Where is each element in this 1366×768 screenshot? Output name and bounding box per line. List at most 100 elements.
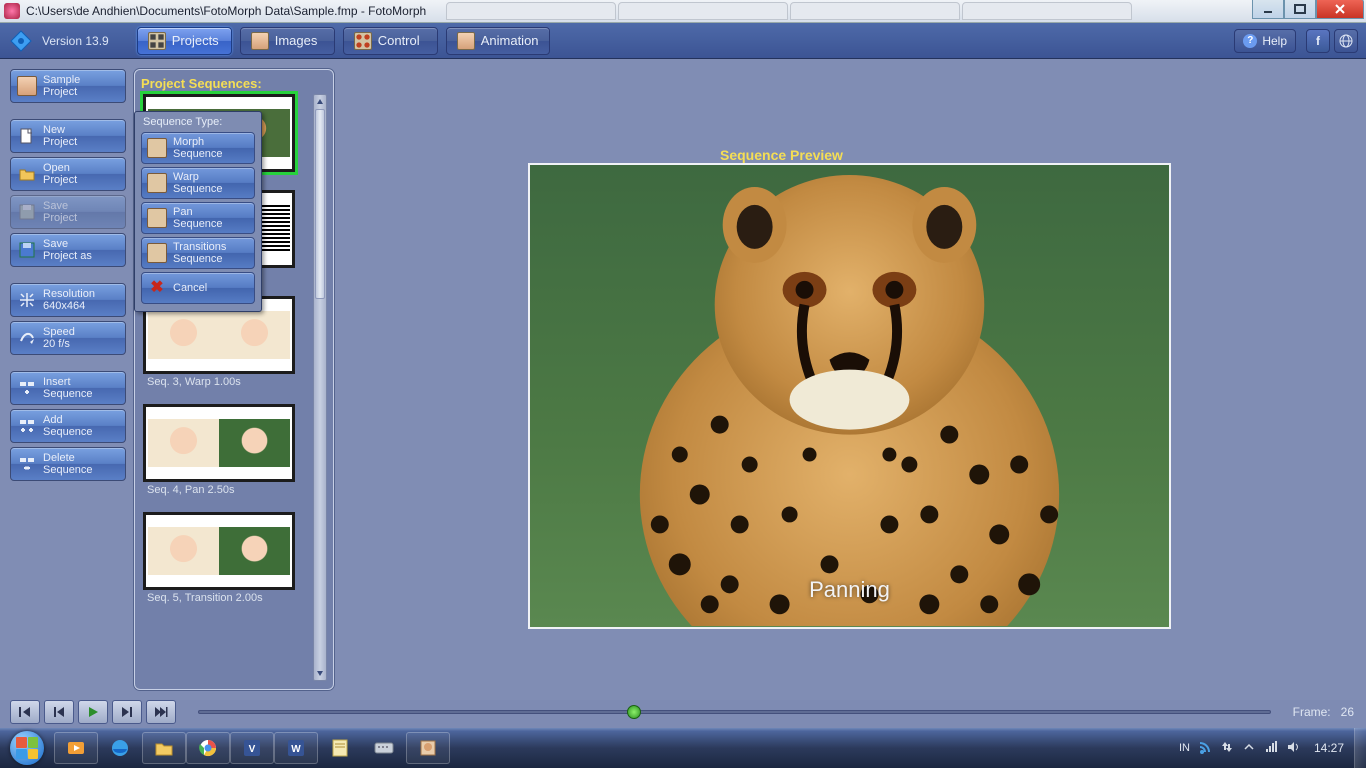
frame-number: 26 [1341, 705, 1354, 719]
sequence-label-4: Seq. 4, Pan 2.50s [147, 484, 311, 496]
window-controls [1252, 0, 1364, 19]
prev-frame-button[interactable] [44, 700, 74, 724]
taskbar-clock[interactable]: 14:27 [1314, 741, 1344, 755]
resolution-icon [17, 290, 37, 310]
save-as-button[interactable]: Save Project as [10, 233, 126, 267]
sequence-label-5: Seq. 5, Transition 2.00s [147, 592, 311, 604]
main-area: Sample Project New Project Open Project … [0, 59, 1366, 700]
popup-title: Sequence Type: [143, 116, 257, 128]
warp-label: Warp Sequence [173, 171, 223, 195]
first-frame-button[interactable] [10, 700, 40, 724]
svg-text:W: W [291, 744, 301, 755]
tab-images-label: Images [275, 33, 318, 48]
tray-volume-icon[interactable] [1286, 740, 1300, 757]
scroll-up-icon[interactable] [314, 95, 326, 109]
taskbar-ie[interactable] [99, 733, 141, 763]
language-indicator[interactable]: IN [1179, 742, 1190, 754]
timeline-slider[interactable] [198, 710, 1271, 714]
frame-label: Frame: [1293, 705, 1331, 719]
taskbar-word[interactable]: W [275, 733, 317, 763]
next-frame-button[interactable] [112, 700, 142, 724]
facebook-button[interactable]: f [1306, 29, 1330, 53]
taskbar-notes[interactable] [319, 733, 361, 763]
play-button[interactable] [78, 700, 108, 724]
tab-images[interactable]: Images [240, 27, 335, 55]
timeline-handle[interactable] [627, 705, 641, 719]
open-project-button[interactable]: Open Project [10, 157, 126, 191]
left-toolbar: Sample Project New Project Open Project … [10, 69, 126, 481]
add-icon [17, 416, 37, 436]
tray-updown-icon[interactable] [1220, 740, 1234, 757]
sequence-type-popup: Sequence Type: Morph Sequence Warp Seque… [134, 111, 262, 312]
sequence-thumb-4[interactable] [143, 404, 295, 482]
morph-label: Morph Sequence [173, 136, 223, 160]
cancel-button[interactable]: ✖Cancel [141, 272, 255, 304]
insert-sequence-button[interactable]: Insert Sequence [10, 371, 126, 405]
scrollbar-thumb[interactable] [315, 109, 325, 299]
tray-network-icon[interactable] [1264, 740, 1278, 757]
sequence-thumb-5[interactable] [143, 512, 295, 590]
tab-animation-label: Animation [481, 33, 539, 48]
tray-chevron-up-icon[interactable] [1242, 740, 1256, 757]
help-button[interactable]: ? Help [1234, 29, 1296, 53]
add-sequence-button[interactable]: Add Sequence [10, 409, 126, 443]
taskbar-mediaplayer[interactable] [55, 733, 97, 763]
preview-title: Sequence Preview [720, 147, 843, 163]
transitions-icon [147, 243, 167, 263]
sample-project-button[interactable]: Sample Project [10, 69, 126, 103]
taskbar-keyboard[interactable] [363, 733, 405, 763]
taskbar-visio[interactable]: V [231, 733, 273, 763]
minimize-button[interactable] [1252, 0, 1284, 19]
maximize-button[interactable] [1284, 0, 1316, 19]
resolution-label: Resolution 640x464 [43, 288, 95, 312]
morph-icon [147, 138, 167, 158]
control-icon [354, 32, 372, 50]
cheetah-illustration [530, 165, 1169, 626]
system-tray: IN 14:27 [1179, 740, 1354, 757]
tray-rss-icon[interactable] [1198, 740, 1212, 757]
top-ribbon: Version 13.9 Projects Images Control Ani… [0, 23, 1366, 59]
show-desktop-button[interactable] [1354, 728, 1366, 768]
sequences-scrollbar[interactable] [313, 94, 327, 681]
sequence-label-3: Seq. 3, Warp 1.00s [147, 376, 311, 388]
preview-mode-label: Panning [809, 577, 890, 603]
add-label: Add Sequence [43, 414, 93, 438]
taskbar-fotomorph[interactable] [407, 733, 449, 763]
start-button[interactable] [0, 728, 54, 768]
tab-projects[interactable]: Projects [137, 27, 232, 55]
delete-label: Delete Sequence [43, 452, 93, 476]
thumb-image [148, 311, 219, 359]
resolution-button[interactable]: Resolution 640x464 [10, 283, 126, 317]
app-icon [4, 3, 20, 19]
warp-sequence-button[interactable]: Warp Sequence [141, 167, 255, 199]
tab-control[interactable]: Control [343, 27, 438, 55]
transitions-sequence-button[interactable]: Transitions Sequence [141, 237, 255, 269]
sample-project-label: Sample Project [43, 74, 80, 98]
save-as-label: Save Project as [43, 238, 92, 262]
images-icon [251, 32, 269, 50]
globe-button[interactable] [1334, 29, 1358, 53]
delete-sequence-button[interactable]: Delete Sequence [10, 447, 126, 481]
help-label: Help [1262, 34, 1287, 48]
projects-icon [148, 32, 166, 50]
close-button[interactable] [1316, 0, 1364, 19]
transitions-label: Transitions Sequence [173, 241, 226, 265]
warp-icon [147, 173, 167, 193]
last-frame-button[interactable] [146, 700, 176, 724]
new-project-button[interactable]: New Project [10, 119, 126, 153]
speed-button[interactable]: Speed 20 f/s [10, 321, 126, 355]
scroll-down-icon[interactable] [314, 666, 326, 680]
pan-sequence-button[interactable]: Pan Sequence [141, 202, 255, 234]
morph-sequence-button[interactable]: Morph Sequence [141, 132, 255, 164]
tab-control-label: Control [378, 33, 420, 48]
taskbar-chrome[interactable] [187, 733, 229, 763]
help-icon: ? [1243, 34, 1257, 48]
taskbar-explorer[interactable] [143, 733, 185, 763]
tab-animation[interactable]: Animation [446, 27, 550, 55]
thumb-image [219, 311, 290, 359]
version-label: Version 13.9 [42, 34, 109, 48]
window-title: C:\Users\de Andhien\Documents\FotoMorph … [26, 4, 426, 18]
thumb-image [219, 527, 290, 575]
bg-tab [790, 2, 960, 20]
save-project-button: Save Project [10, 195, 126, 229]
